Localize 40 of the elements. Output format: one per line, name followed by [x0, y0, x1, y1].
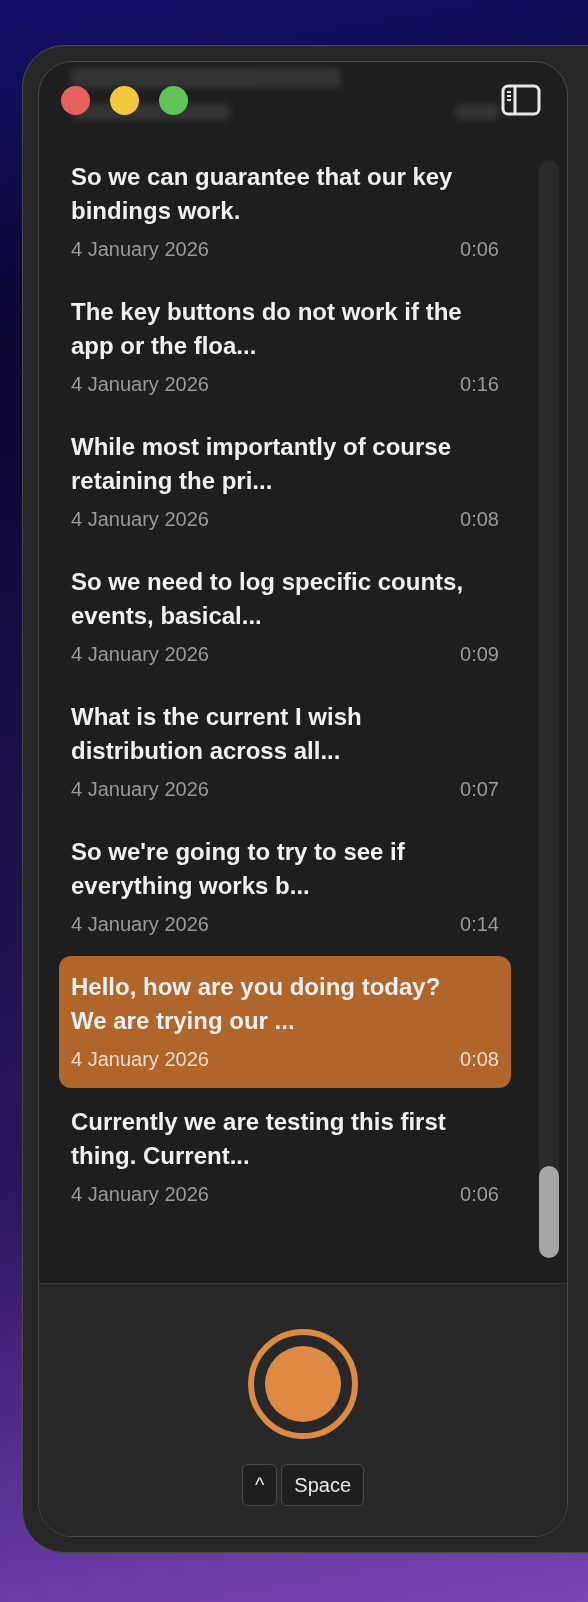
recording-title: So we need to log specific counts, events, basical... [71, 567, 465, 631]
recording-duration: 0:07 [460, 777, 499, 802]
recording-duration: 0:06 [460, 237, 499, 262]
recording-duration: 0:06 [460, 1182, 499, 1207]
recording-row[interactable]: So we need to log specific counts, events, basical... 4 January 2026 0:09 [59, 551, 511, 683]
recording-row[interactable]: Currently we are testing this first thing. Current... 4 January 2026 0:06 [59, 1091, 511, 1223]
recording-title: While most importantly of course retaining the pri... [71, 432, 453, 496]
recording-title: So we're going to try to see if everything works b... [71, 837, 406, 901]
recording-duration: 0:16 [460, 372, 499, 397]
keyboard-key: Space [281, 1464, 365, 1506]
recording-row[interactable]: So we can guarantee that our key bindings work. 4 January 2026 0:06 [59, 146, 511, 278]
sidebar-toggle-icon[interactable] [501, 84, 541, 116]
recording-duration: 0:09 [460, 642, 499, 667]
selected-recording-row[interactable]: Hello, how are you doing today? We are trying our ... 4 January 2026 0:08 [59, 956, 511, 1088]
record-button[interactable] [247, 1328, 359, 1440]
recording-date: 4 January 2026 [71, 1182, 209, 1207]
recording-row[interactable]: So we're going to try to see if everything works b... 4 January 2026 0:14 [59, 821, 511, 953]
recording-row[interactable]: The key buttons do not work if the app or the floa... 4 January 2026 0:16 [59, 281, 511, 413]
recording-duration: 0:08 [460, 507, 499, 532]
recording-date: 4 January 2026 [71, 1047, 209, 1072]
recording-date: 4 January 2026 [71, 777, 209, 802]
keyboard-key: ^ [241, 1464, 278, 1506]
recording-row[interactable]: What is the current I wish distribution across all... 4 January 2026 0:07 [59, 686, 511, 818]
recording-date: 4 January 2026 [71, 372, 209, 397]
recording-duration: 0:14 [460, 912, 499, 937]
recording-title: Currently we are testing this first thing. Current... [71, 1107, 447, 1171]
recording-date: 4 January 2026 [71, 507, 209, 532]
window-control-button[interactable] [110, 85, 139, 115]
recording-title: Hello, how are you doing today? We are trying our ... [71, 972, 442, 1036]
scrollbar-thumb[interactable] [539, 1166, 559, 1258]
window-control-button[interactable] [159, 85, 188, 115]
window-control-button[interactable] [61, 85, 90, 115]
recording-title: What is the current I wish distribution across all... [71, 702, 363, 766]
recording-date: 4 January 2026 [71, 912, 209, 937]
recording-title: So we can guarantee that our key bindings work. [71, 162, 454, 226]
recording-date: 4 January 2026 [71, 642, 209, 667]
recording-duration: 0:08 [460, 1047, 499, 1072]
recording-title: The key buttons do not work if the app or the floa... [71, 297, 463, 361]
recording-date: 4 January 2026 [71, 237, 209, 262]
recording-row[interactable]: While most importantly of course retaining the pri... 4 January 2026 0:08 [59, 416, 511, 548]
